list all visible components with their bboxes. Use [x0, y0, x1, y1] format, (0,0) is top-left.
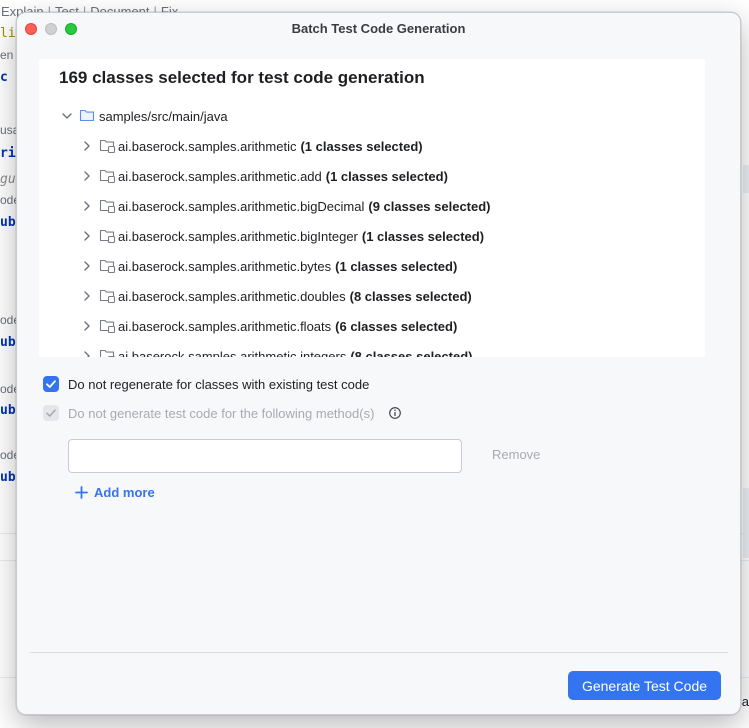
chevron-down-icon[interactable] — [59, 108, 75, 124]
package-icon — [99, 198, 117, 214]
folder-icon — [79, 108, 97, 124]
method-name-input[interactable] — [68, 439, 462, 473]
checkmark-icon — [46, 409, 56, 417]
info-icon[interactable] — [388, 406, 402, 420]
package-name: ai.baserock.samples.arithmetic.floats — [118, 318, 332, 334]
skip-methods-label: Do not generate test code for the follow… — [68, 405, 375, 421]
dialog-title: Batch Test Code Generation — [291, 21, 466, 36]
option-no-regenerate[interactable]: Do not regenerate for classes with exist… — [43, 376, 369, 392]
chevron-right-icon[interactable] — [79, 288, 95, 304]
package-selected-count: (1 classes selected) — [361, 228, 485, 244]
package-name: ai.baserock.samples.arithmetic.add — [118, 168, 322, 184]
package-row[interactable]: ai.baserock.samples.arithmetic.bigIntege… — [79, 221, 484, 251]
package-icon — [99, 348, 117, 357]
package-selected-count: (8 classes selected) — [350, 348, 473, 358]
package-selected-count: (8 classes selected) — [349, 288, 472, 304]
remove-button[interactable]: Remove — [492, 447, 540, 462]
package-selected-count: (1 classes selected) — [335, 258, 458, 274]
option-skip-methods: Do not generate test code for the follow… — [43, 405, 402, 421]
package-selected-count: (1 classes selected) — [325, 168, 448, 184]
package-name: ai.baserock.samples.arithmetic.bigDecima… — [118, 198, 365, 214]
package-row[interactable]: ai.baserock.samples.arithmetic (1 classes… — [79, 131, 423, 161]
package-row[interactable]: ai.baserock.samples.arithmetic.add (1 cla… — [79, 161, 448, 191]
package-name: ai.baserock.samples.arithmetic.bytes — [118, 258, 332, 274]
package-row[interactable]: ai.baserock.samples.arithmetic.doubles (8… — [79, 281, 472, 311]
package-icon — [99, 258, 117, 274]
chevron-right-icon[interactable] — [79, 258, 95, 274]
batch-test-dialog: Batch Test Code Generation 169 classes s… — [16, 12, 741, 715]
package-icon — [99, 288, 117, 304]
package-name: ai.baserock.samples.arithmetic — [118, 138, 297, 154]
editor-highlight — [743, 165, 749, 193]
add-more-label: Add more — [94, 485, 155, 500]
package-selected-count: (6 classes selected) — [335, 318, 458, 334]
chevron-right-icon[interactable] — [79, 138, 95, 154]
package-selected-count: (1 classes selected) — [300, 138, 423, 154]
chevron-right-icon[interactable] — [79, 348, 95, 357]
selection-heading: 169 classes selected for test code gener… — [59, 68, 425, 87]
package-row[interactable]: ai.baserock.samples.arithmetic.bytes (1 c… — [79, 251, 457, 281]
package-name: ai.baserock.samples.arithmetic.integers — [118, 348, 347, 358]
no-regenerate-label: Do not regenerate for classes with exist… — [68, 376, 370, 392]
chevron-right-icon[interactable] — [79, 318, 95, 334]
generate-test-code-button[interactable]: Generate Test Code — [568, 671, 721, 700]
package-name: ai.baserock.samples.arithmetic.doubles — [118, 288, 346, 304]
root-folder-label: samples/src/main/java — [99, 108, 228, 124]
tree-root-row[interactable]: samples/src/main/java — [59, 101, 228, 131]
package-row[interactable]: ai.baserock.samples.arithmetic.integers(… — [79, 341, 472, 357]
checkmark-icon — [46, 380, 56, 388]
package-icon — [99, 168, 117, 184]
footer-divider — [29, 652, 728, 653]
code-fragment: en — [0, 48, 14, 62]
package-selected-count: (9 classes selected) — [368, 198, 491, 214]
plus-icon — [75, 486, 88, 499]
package-icon — [99, 138, 117, 154]
package-icon — [99, 318, 117, 334]
title-bar[interactable]: Batch Test Code Generation — [17, 13, 740, 45]
class-tree-panel[interactable]: 169 classes selected for test code gener… — [39, 59, 705, 357]
add-more-button[interactable]: Add more — [75, 485, 155, 500]
chevron-right-icon[interactable] — [79, 228, 95, 244]
editor-highlight — [743, 488, 749, 558]
skip-methods-checkbox — [43, 405, 59, 421]
package-name: ai.baserock.samples.arithmetic.bigIntege… — [118, 228, 358, 244]
package-row[interactable]: ai.baserock.samples.arithmetic.floats (6 … — [79, 311, 457, 341]
package-row[interactable]: ai.baserock.samples.arithmetic.bigDecima… — [79, 191, 491, 221]
no-regenerate-checkbox[interactable] — [43, 376, 59, 392]
chevron-right-icon[interactable] — [79, 168, 95, 184]
chevron-right-icon[interactable] — [79, 198, 95, 214]
package-icon — [99, 228, 117, 244]
